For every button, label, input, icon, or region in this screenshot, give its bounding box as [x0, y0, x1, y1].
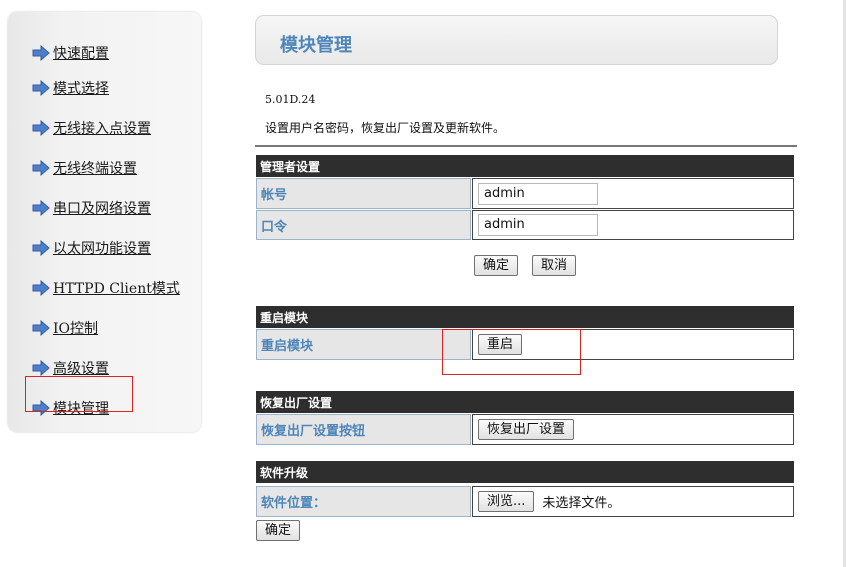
- username-label: 帐号: [256, 178, 471, 209]
- sidebar-item-label: IO控制: [53, 321, 99, 337]
- active-item-highlight: [25, 376, 133, 412]
- sidebar-item-label: HTTPD Client模式: [53, 281, 180, 297]
- section-header-restart: 重启模块: [256, 306, 794, 328]
- section-header-upgrade: 软件升级: [256, 461, 794, 483]
- username-input[interactable]: admin: [478, 182, 598, 205]
- sidebar: 快速配置 模式选择 无线接入点设置 无线终端设置 串口及网络设置 以太网功能设置…: [8, 12, 201, 432]
- page-header: 模块管理: [255, 15, 778, 65]
- arrow-right-icon: [32, 160, 50, 176]
- arrow-right-icon: [32, 280, 50, 296]
- section-header-admin: 管理者设置: [256, 155, 794, 177]
- arrow-right-icon: [32, 120, 50, 136]
- admin-confirm-button[interactable]: 确定: [474, 255, 519, 276]
- page-title: 模块管理: [280, 35, 352, 56]
- sidebar-item-wireless-sta[interactable]: 无线终端设置: [32, 157, 137, 179]
- username-cell: admin: [472, 178, 794, 209]
- software-location-label: 软件位置：: [256, 486, 471, 517]
- arrow-right-icon: [32, 240, 50, 256]
- sidebar-item-httpd-client[interactable]: HTTPD Client模式: [32, 277, 180, 299]
- factory-reset-label: 恢复出厂设置按钮: [256, 414, 471, 445]
- password-cell: admin: [472, 210, 794, 240]
- arrow-right-icon: [32, 80, 50, 96]
- arrow-right-icon: [32, 320, 50, 336]
- password-input[interactable]: admin: [478, 214, 598, 236]
- sidebar-item-label: 无线终端设置: [53, 161, 137, 177]
- page-description: 设置用户名密码，恢复出厂设置及更新软件。: [265, 121, 506, 135]
- browse-button[interactable]: 浏览...: [478, 491, 535, 512]
- arrow-right-icon: [32, 360, 50, 376]
- sidebar-item-wireless-ap[interactable]: 无线接入点设置: [32, 117, 151, 139]
- upgrade-confirm-button[interactable]: 确定: [256, 520, 301, 541]
- password-label: 口令: [256, 210, 471, 240]
- sidebar-item-label: 快速配置: [53, 46, 109, 62]
- admin-cancel-button[interactable]: 取消: [532, 255, 577, 276]
- arrow-right-icon: [32, 200, 50, 216]
- section-header-factory-reset: 恢复出厂设置: [256, 391, 794, 413]
- firmware-version: 5.01D.24: [265, 93, 316, 106]
- sidebar-item-io-control[interactable]: IO控制: [32, 317, 98, 339]
- file-status: 未选择文件。: [542, 496, 621, 511]
- arrow-right-icon: [32, 45, 50, 61]
- sidebar-item-label: 无线接入点设置: [53, 121, 151, 137]
- sidebar-item-label: 串口及网络设置: [53, 201, 151, 217]
- divider: [255, 145, 797, 147]
- sidebar-item-label: 以太网功能设置: [53, 241, 151, 257]
- factory-reset-cell: 恢复出厂设置: [472, 414, 794, 445]
- sidebar-item-quick-config[interactable]: 快速配置: [32, 42, 109, 64]
- factory-reset-button[interactable]: 恢复出厂设置: [478, 419, 575, 440]
- sidebar-item-serial-network[interactable]: 串口及网络设置: [32, 197, 151, 219]
- sidebar-item-ethernet[interactable]: 以太网功能设置: [32, 237, 151, 259]
- software-location-cell: 浏览... 未选择文件。: [472, 486, 794, 517]
- restart-highlight: [442, 329, 581, 375]
- sidebar-item-label: 模式选择: [53, 81, 109, 97]
- page: 快速配置 模式选择 无线接入点设置 无线终端设置 串口及网络设置 以太网功能设置…: [0, 0, 846, 567]
- sidebar-item-label: 高级设置: [53, 361, 109, 377]
- restart-label: 重启模块: [256, 329, 471, 360]
- sidebar-item-mode-select[interactable]: 模式选择: [32, 77, 109, 99]
